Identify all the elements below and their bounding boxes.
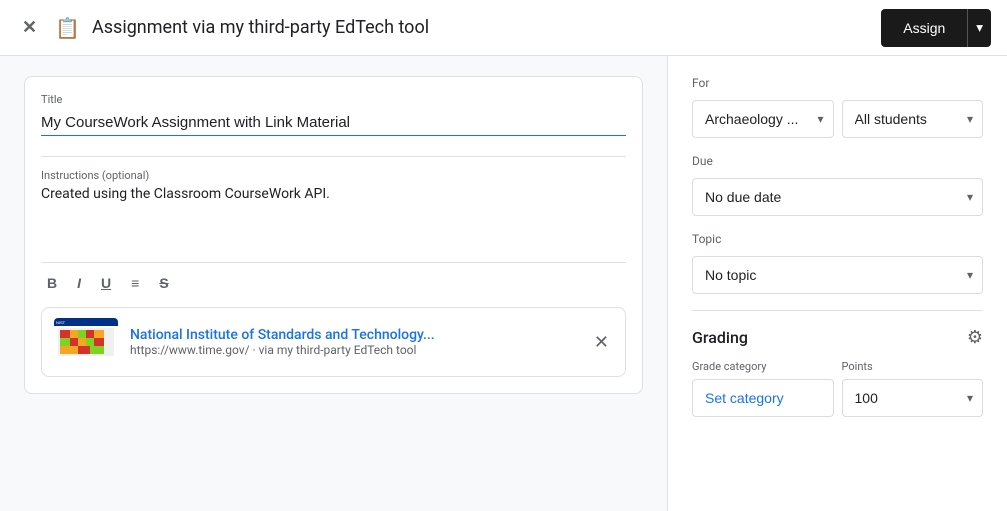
grading-row: Grade category Set category Points 100 ▾	[692, 360, 983, 417]
title-input[interactable]	[41, 110, 626, 136]
list-button[interactable]: ≡	[125, 271, 145, 295]
topbar: ✕ 📋 Assignment via my third-party EdTech…	[0, 0, 1007, 56]
topic-label: Topic	[692, 232, 983, 246]
map-svg: NIST	[54, 318, 118, 366]
attachment-info: National Institute of Standards and Tech…	[130, 327, 578, 357]
divider	[41, 156, 626, 157]
close-button[interactable]: ✕	[16, 13, 43, 42]
title-label: Title	[41, 93, 626, 106]
close-icon: ✕	[594, 332, 609, 352]
due-label: Due	[692, 154, 983, 168]
assignment-card: Title Instructions (optional) Created us…	[24, 76, 643, 394]
page-title: Assignment via my third-party EdTech too…	[92, 17, 869, 38]
bold-button[interactable]: B	[41, 271, 63, 295]
grading-divider	[692, 310, 983, 311]
strikethrough-icon: S	[159, 275, 168, 291]
topic-select[interactable]: No topic	[692, 256, 983, 294]
topic-select-wrapper: No topic ▾	[692, 256, 983, 294]
gear-icon: ⚙	[967, 327, 983, 347]
italic-button[interactable]: I	[71, 271, 87, 295]
for-row: Archaeology ... ▾ All students ▾	[692, 100, 983, 138]
points-column: Points 100 ▾	[842, 360, 984, 417]
underline-button[interactable]: U	[95, 271, 117, 295]
formatting-toolbar: B I U ≡ S	[41, 262, 626, 295]
list-icon: ≡	[131, 275, 139, 291]
attachment-url: https://www.time.gov/ · via my third-par…	[130, 343, 578, 357]
instructions-text[interactable]: Created using the Classroom CourseWork A…	[41, 186, 626, 246]
due-select-wrapper: No due date ▾	[692, 178, 983, 216]
dropdown-arrow-icon: ▾	[976, 20, 983, 36]
for-label: For	[692, 76, 983, 90]
points-select[interactable]: 100	[842, 379, 984, 417]
assign-dropdown-button[interactable]: ▾	[967, 9, 991, 47]
due-select[interactable]: No due date	[692, 178, 983, 216]
left-panel: Title Instructions (optional) Created us…	[0, 56, 667, 511]
grade-category-column: Grade category Set category	[692, 360, 834, 417]
points-select-wrapper: 100 ▾	[842, 379, 984, 417]
attachment-item: NIST	[41, 307, 626, 377]
assign-button[interactable]: Assign	[881, 9, 967, 47]
svg-text:NIST: NIST	[56, 320, 66, 325]
grading-settings-button[interactable]: ⚙	[967, 327, 983, 348]
grading-header: Grading ⚙	[692, 327, 983, 348]
main-layout: Title Instructions (optional) Created us…	[0, 56, 1007, 511]
underline-label: U	[101, 275, 111, 291]
strikethrough-button[interactable]: S	[153, 271, 174, 295]
class-select-wrapper: Archaeology ... ▾	[692, 100, 834, 138]
attachment-title[interactable]: National Institute of Standards and Tech…	[130, 327, 480, 343]
remove-attachment-button[interactable]: ✕	[590, 328, 613, 357]
points-label: Points	[842, 360, 984, 373]
document-icon: 📋	[55, 16, 80, 40]
students-select[interactable]: All students	[842, 100, 984, 138]
students-select-wrapper: All students ▾	[842, 100, 984, 138]
set-category-button[interactable]: Set category	[692, 379, 834, 417]
grade-category-label: Grade category	[692, 360, 834, 373]
grading-title: Grading	[692, 328, 748, 347]
attachment-thumbnail: NIST	[54, 318, 118, 366]
assign-button-group: Assign ▾	[881, 9, 991, 47]
right-panel: For Archaeology ... ▾ All students ▾ Due…	[667, 56, 1007, 511]
class-select[interactable]: Archaeology ...	[692, 100, 834, 138]
instructions-label: Instructions (optional)	[41, 169, 626, 182]
